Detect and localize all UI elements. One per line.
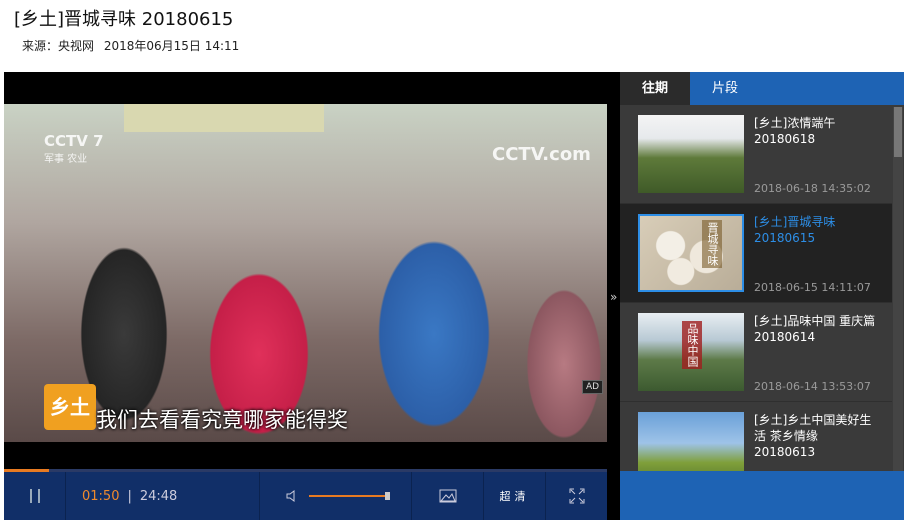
tab-past-episodes[interactable]: 往期 <box>620 72 690 105</box>
volume-knob[interactable] <box>384 492 390 500</box>
video-player[interactable]: CCTV 7 军事 农业 CCTV.com 乡土 我们去看看究竟哪家能得奖 AD… <box>4 72 620 520</box>
list-item[interactable]: [乡土]乡土中国美好生活 茶乡情缘 20180613 <box>620 402 892 471</box>
episode-title[interactable]: [乡土]浓情端午 20180618 <box>754 115 882 147</box>
picture-icon <box>439 489 456 503</box>
show-logo: 乡土 <box>44 384 96 430</box>
volume-slider[interactable] <box>308 492 390 500</box>
publish-time: 2018年06月15日 14:11 <box>103 39 240 53</box>
fullscreen-button[interactable] <box>546 472 607 520</box>
volume-icon[interactable] <box>285 489 299 503</box>
thumbnail-caption: 晋城寻味 <box>702 220 722 268</box>
expand-sidebar-icon[interactable]: » <box>610 290 617 304</box>
source-line: 来源：央视网 2018年06月15日 14:11 <box>22 37 245 54</box>
total-time: 24:48 <box>139 488 178 504</box>
pause-button[interactable] <box>4 472 66 520</box>
episode-date: 2018-06-14 13:53:07 <box>754 380 871 393</box>
episode-date: 2018-06-18 14:35:02 <box>754 182 871 195</box>
pause-icon <box>29 489 40 503</box>
quality-label: 超清 <box>499 490 530 503</box>
fullscreen-icon <box>569 488 584 504</box>
volume-control[interactable] <box>260 472 412 520</box>
screenshot-button[interactable] <box>412 472 484 520</box>
episode-thumbnail[interactable]: 晋城寻味 <box>638 214 744 292</box>
list-item[interactable]: 品味中国 [乡土]品味中国 重庆篇 20180614 2018-06-14 13… <box>620 303 892 402</box>
video-frame[interactable]: CCTV 7 军事 农业 CCTV.com 乡土 我们去看看究竟哪家能得奖 AD <box>4 104 607 442</box>
sidebar-scrollbar[interactable] <box>893 107 903 471</box>
time-separator: | <box>127 488 132 504</box>
ad-badge[interactable]: AD <box>582 380 604 394</box>
time-display: 01:50 | 24:48 <box>66 472 260 520</box>
episode-thumbnail[interactable]: 品味中国 <box>638 313 744 391</box>
page-title: [乡土]晋城寻味 20180615 <box>14 9 234 30</box>
background-banner <box>124 104 324 132</box>
sidebar-footer <box>620 471 904 520</box>
sidebar-tabs: 往期 片段 <box>620 72 904 105</box>
episode-title[interactable]: [乡土]乡土中国美好生活 茶乡情缘 20180613 <box>754 412 882 460</box>
source-label: 来源：央视网 <box>22 39 95 53</box>
episode-thumbnail[interactable] <box>638 115 744 193</box>
video-subtitle: 我们去看看究竟哪家能得奖 <box>96 408 348 432</box>
scrollbar-thumb[interactable] <box>894 107 902 157</box>
quality-button[interactable]: 超清 <box>484 472 546 520</box>
episode-sidebar: 往期 片段 [乡土]浓情端午 20180618 2018-06-18 14:35… <box>620 72 904 520</box>
control-bar: 01:50 | 24:48 超清 <box>4 472 607 520</box>
list-item[interactable]: [乡土]浓情端午 20180618 2018-06-18 14:35:02 <box>620 105 892 204</box>
tab-clips[interactable]: 片段 <box>690 72 760 105</box>
list-item[interactable]: 晋城寻味 [乡土]晋城寻味 20180615 2018-06-15 14:11:… <box>620 204 892 303</box>
episode-title[interactable]: [乡土]晋城寻味 20180615 <box>754 214 882 246</box>
site-watermark: CCTV.com <box>492 144 591 165</box>
channel-watermark: CCTV 7 军事 农业 <box>44 132 104 165</box>
thumbnail-caption: 品味中国 <box>682 321 702 369</box>
episode-title[interactable]: [乡土]品味中国 重庆篇 20180614 <box>754 313 882 345</box>
current-time: 01:50 <box>82 488 120 504</box>
episode-thumbnail[interactable] <box>638 412 744 471</box>
episode-list: [乡土]浓情端午 20180618 2018-06-18 14:35:02 晋城… <box>620 105 892 471</box>
episode-date: 2018-06-15 14:11:07 <box>754 281 871 294</box>
